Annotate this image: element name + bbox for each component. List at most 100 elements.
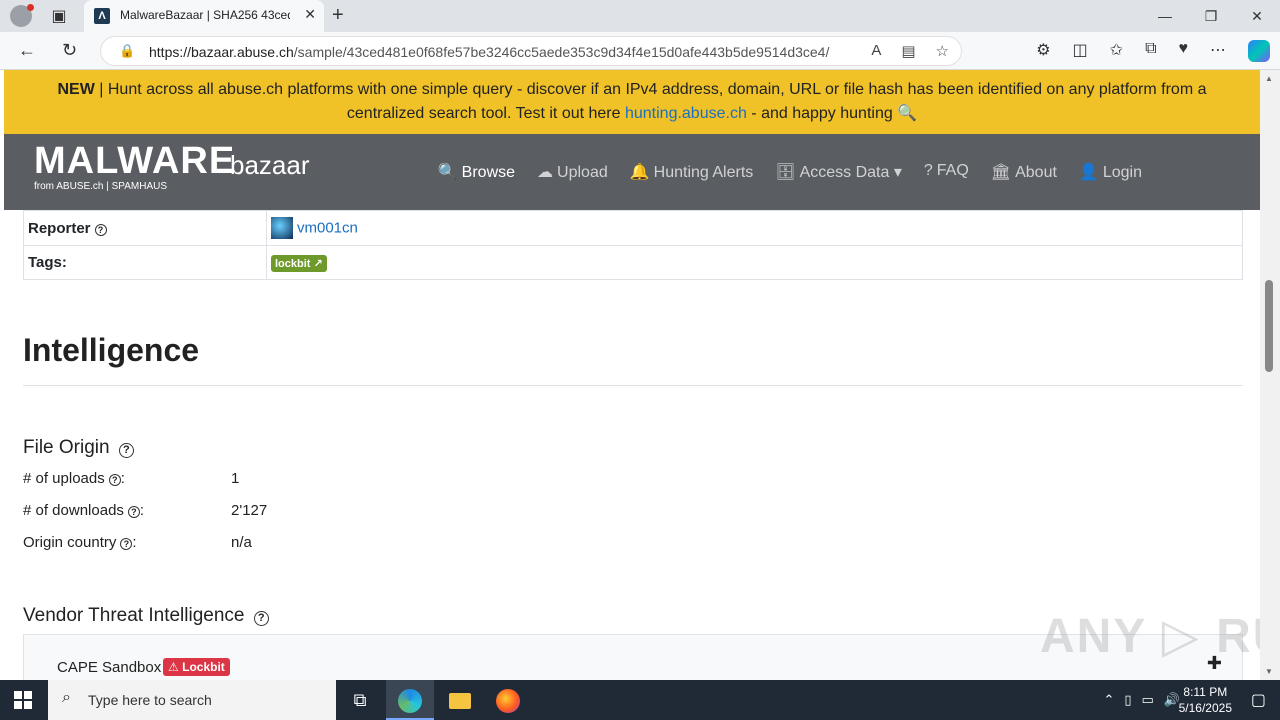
more-options-icon[interactable]: ⋯ [1210,40,1226,62]
database-icon: 🗄 [775,164,796,181]
help-icon[interactable]: ? [120,538,133,550]
browser-essentials-icon[interactable]: ♥ [1179,40,1189,62]
scrollbar-thumb[interactable] [1265,280,1273,372]
downloads-value: 2'127 [231,502,268,519]
scroll-down-icon[interactable]: ▼ [1265,667,1273,676]
vendor-name: CAPE Sandbox [57,659,162,676]
file-explorer-icon[interactable] [436,680,484,720]
nav-login[interactable]: 👤 Login [1079,162,1142,182]
reporter-avatar [271,217,293,239]
favorite-star-icon[interactable]: ☆ [936,42,949,60]
read-aloud-icon[interactable]: A [871,42,881,60]
url-field[interactable]: 🔒 https://bazaar.abuse.ch/sample/43ced48… [100,36,962,66]
origin-country-row: Origin country?: n/a [23,534,252,551]
help-icon[interactable]: ? [253,611,269,626]
nav-faq[interactable]: ? FAQ [924,162,969,182]
hunting-link[interactable]: hunting.abuse.ch [625,105,747,122]
close-tab-icon[interactable]: ✕ [304,6,316,23]
bug-icon: ⚠ [168,660,179,674]
volume-icon[interactable]: 🔊 [1164,692,1180,708]
clock-time: 8:11 PM [1183,685,1228,699]
tab-title: MalwareBazaar | SHA256 43ced4( [120,8,290,22]
help-icon[interactable]: ? [118,443,134,458]
banner-new-label: NEW [57,81,95,98]
reporter-value-cell: vm001cn [266,210,1243,246]
tag-lockbit[interactable]: lockbit ↗ [271,254,327,272]
browser-tools: ⚙ ◫ ✩ ⧉ ♥ ⋯ [1036,40,1270,62]
user-icon: 👤 [1078,164,1099,181]
window-controls: — ❐ ✕ [1142,0,1280,32]
nav-hunting-alerts[interactable]: 🔔 Hunting Alerts [630,162,754,182]
nav-upload[interactable]: ☁ Upload [537,162,608,182]
banner-text-after: - and happy hunting 🔍 [746,105,918,122]
help-icon[interactable]: ? [127,506,140,518]
malwarebazaar-favicon-icon: Λ [94,8,110,24]
nav-access-data[interactable]: 🗄 Access Data ▾ [775,162,902,182]
windows-start-icon[interactable] [14,691,32,709]
minimize-icon[interactable]: — [1142,0,1188,32]
page-scrollbar[interactable]: ▲ ▼ [1260,70,1280,680]
split-screen-icon[interactable]: ◫ [1073,40,1088,62]
browser-tab-active[interactable]: Λ MalwareBazaar | SHA256 43ced4( ✕ [84,0,324,32]
sample-details: Reporter? vm001cn Tags: lockbit ↗ [23,210,1243,280]
table-row: Tags: lockbit ↗ [23,245,1243,280]
workspaces-icon[interactable]: ▣ [48,6,70,26]
downloads-row: # of downloads?:2'127 [23,502,268,519]
network-icon[interactable]: ▭ [1142,692,1154,708]
taskbar-clock[interactable]: 8:11 PM 5/16/2025 [1179,684,1232,716]
table-row: Reporter? vm001cn [23,210,1243,246]
uploads-row: # of uploads?:1 [23,470,240,487]
immersive-reader-icon[interactable]: ▤ [901,42,915,60]
taskbar-search-box[interactable]: ⌕ Type here to search [48,680,336,720]
divider [23,385,1243,386]
vendor-intel-heading: Vendor Threat Intelligence ? [23,605,269,627]
tray-chevron-up-icon[interactable]: ⌃ [1103,692,1114,708]
refresh-icon[interactable]: ↻ [62,40,77,61]
collections-icon[interactable]: ⧉ [1145,40,1156,62]
search-icon: ⌕ [62,689,71,706]
extensions-icon[interactable]: ⚙ [1036,40,1050,62]
building-icon: 🏛 [990,164,1012,181]
nav-browse[interactable]: 🔍 Browse [438,162,515,182]
copilot-icon[interactable] [1248,40,1270,62]
profile-avatar-icon[interactable] [10,4,34,27]
notification-icon[interactable]: ▢ [1251,690,1266,710]
tags-value-cell: lockbit ↗ [266,245,1243,280]
site-navbar: MALWARE bazaar from ABUSE.ch | SPAMHAUS … [4,134,1260,210]
origin-country-value: n/a [231,534,252,551]
nav-about[interactable]: 🏛 About [991,162,1057,182]
announcement-banner: NEW | Hunt across all abuse.ch platforms… [4,70,1260,134]
browser-tab-bar: ▣ Λ MalwareBazaar | SHA256 43ced4( ✕ + —… [0,0,1280,32]
reporter-link[interactable]: vm001cn [297,220,358,237]
favorites-icon[interactable]: ✩ [1110,40,1123,62]
nav-menu: 🔍 Browse ☁ Upload 🔔 Hunting Alerts 🗄 Access … [438,162,1142,182]
scroll-up-icon[interactable]: ▲ [1265,74,1273,83]
uploads-value: 1 [231,470,240,487]
address-toolbar: ← ↻ 🔒 https://bazaar.abuse.ch/sample/43c… [0,32,1280,70]
help-icon[interactable]: ? [108,474,121,486]
new-tab-icon[interactable]: + [332,4,344,27]
firefox-icon[interactable] [484,680,532,720]
close-window-icon[interactable]: ✕ [1234,0,1280,32]
lock-icon[interactable]: 🔒 [119,43,135,59]
url-actions: A ▤ ☆ [871,42,949,60]
caret-down-icon: ▾ [893,164,902,181]
help-icon[interactable]: ? [94,223,107,236]
edge-taskbar-icon[interactable] [386,680,434,720]
taskbar-search-placeholder: Type here to search [88,692,212,708]
question-circle-icon: ? [923,162,933,179]
clock-date: 5/16/2025 [1178,701,1232,715]
task-view-icon[interactable]: ⧉ [336,680,384,720]
vendor-verdict-badge: ⚠ Lockbit [163,658,230,676]
system-tray: ⌃ ▯ ▭ 🔊 [1103,692,1180,708]
back-arrow-icon[interactable]: ← [18,40,36,61]
page-viewport: NEW | Hunt across all abuse.ch platforms… [4,70,1260,680]
restore-icon[interactable]: ❐ [1188,0,1234,32]
logo-malware[interactable]: MALWARE [34,140,235,183]
logo-subtitle: from ABUSE.ch | SPAMHAUS [34,181,168,192]
cloud-upload-icon: ☁ [537,164,554,181]
intelligence-heading: Intelligence [23,332,200,368]
file-origin-heading: File Origin ? [23,437,134,459]
tray-device-icon[interactable]: ▯ [1124,692,1131,708]
logo-bazaar[interactable]: bazaar [230,150,310,181]
